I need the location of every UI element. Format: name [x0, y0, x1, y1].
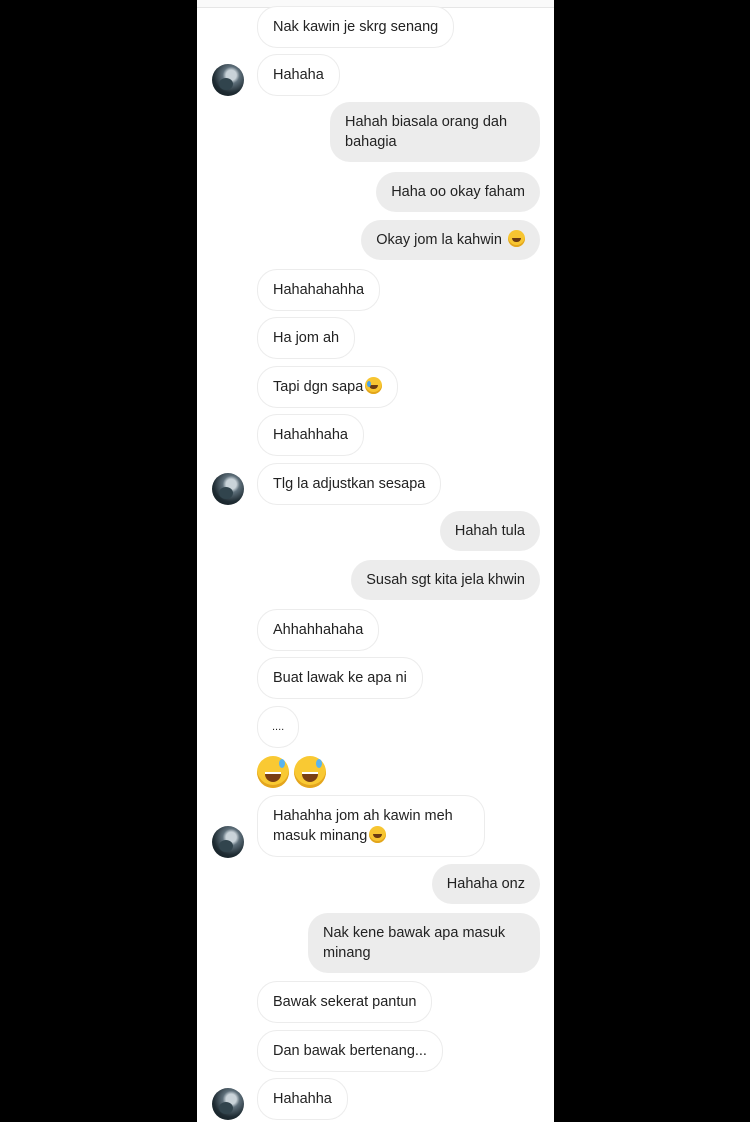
incoming-message[interactable]: Hahahahahha — [257, 269, 381, 311]
incoming-message[interactable]: Dan bawak bertenang... — [257, 1030, 443, 1072]
incoming-message[interactable]: Tlg la adjustkan sesapa — [257, 463, 442, 505]
incoming-message[interactable]: Ha jom ah — [257, 317, 356, 359]
outgoing-message[interactable]: Nak kene bawak apa masuk minang — [308, 913, 540, 973]
incoming-message[interactable]: Bawak sekerat pantun — [257, 981, 433, 1023]
outgoing-message[interactable]: Susah sgt kita jela khwin — [351, 560, 540, 600]
incoming-message[interactable]: Nak kawin je skrg senang — [257, 6, 455, 48]
sweat-smile-emoji-icon[interactable] — [257, 756, 289, 788]
incoming-message[interactable]: Ahhahhahaha — [257, 609, 380, 651]
outgoing-message[interactable]: Hahah tula — [439, 511, 540, 551]
contact-avatar[interactable] — [212, 1088, 244, 1120]
outgoing-message[interactable]: Okay jom la kahwin — [361, 220, 540, 260]
outgoing-message[interactable]: Hahaha onz — [431, 864, 540, 904]
incoming-message[interactable]: Hahahhaha — [257, 414, 364, 456]
sweat-smile-emoji-icon[interactable] — [294, 756, 326, 788]
contact-avatar[interactable] — [212, 64, 244, 96]
incoming-message[interactable]: Tapi dgn sapa — [257, 366, 399, 408]
rofl-emoji-icon — [369, 826, 387, 843]
incoming-message[interactable]: Hahahha jom ah kawin meh masuk minang — [257, 795, 485, 857]
outgoing-message[interactable]: Hahah biasala orang dah bahagia — [330, 102, 540, 162]
outgoing-message[interactable]: Haha oo okay faham — [376, 172, 540, 212]
incoming-message[interactable]: Buat lawak ke apa ni — [257, 657, 423, 699]
contact-avatar[interactable] — [212, 473, 244, 505]
incoming-message[interactable]: Hahahha — [257, 1078, 348, 1120]
incoming-message[interactable]: .... — [257, 706, 300, 748]
rofl-emoji-icon — [508, 230, 525, 247]
chat-thread[interactable]: Nak kawin je skrg senang Hahaha Hahah bi… — [197, 0, 554, 1122]
contact-avatar[interactable] — [212, 826, 244, 858]
incoming-message[interactable]: Hahaha — [257, 54, 340, 96]
crying-emoji-icon — [365, 377, 383, 394]
